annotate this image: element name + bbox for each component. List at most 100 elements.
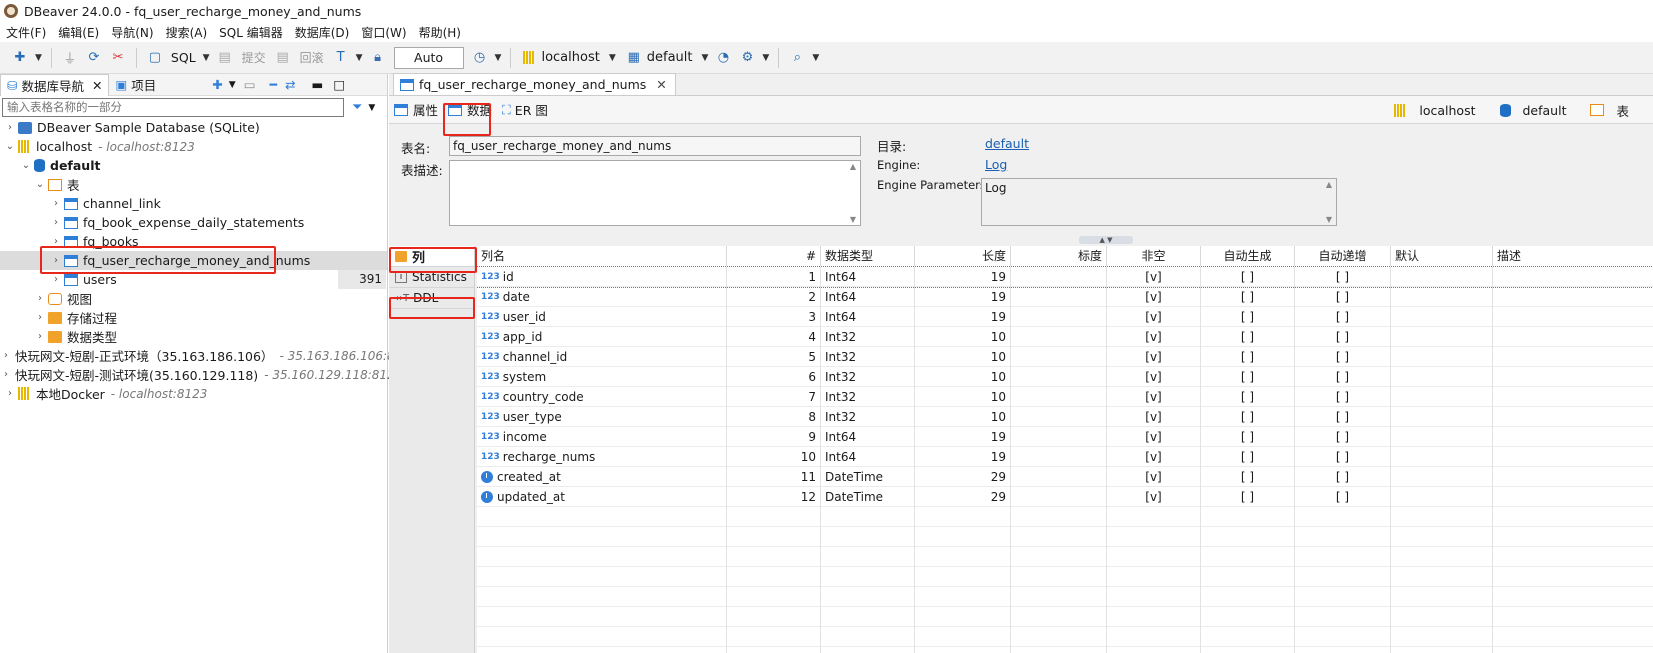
tab-columns[interactable]: 列 bbox=[389, 246, 474, 267]
new-connection-dropdown-icon[interactable]: ▼ bbox=[35, 53, 42, 63]
commit-button[interactable]: 提交 bbox=[242, 49, 266, 66]
table-row[interactable]: 123 date 2 Int64 19 [v][ ][ ] bbox=[477, 287, 1653, 307]
tab-er-diagram[interactable]: ⛶ ER 图 bbox=[497, 97, 553, 123]
tab-statistics[interactable]: i Statistics bbox=[389, 267, 474, 288]
editor-object-type[interactable]: 表 bbox=[1590, 101, 1641, 120]
active-database-selector[interactable]: ▦ default bbox=[625, 49, 693, 67]
expand-icon[interactable]: › bbox=[50, 217, 62, 228]
rollback-button[interactable]: 回滚 bbox=[300, 49, 324, 66]
expand-icon[interactable]: › bbox=[4, 122, 16, 133]
tree-item-table[interactable]: › channel_link bbox=[0, 194, 387, 213]
expand-icon[interactable]: › bbox=[4, 388, 16, 399]
editor-connection[interactable]: localhost bbox=[1394, 103, 1487, 118]
tab-projects[interactable]: ▣ 项目 bbox=[109, 74, 162, 96]
header-column-name[interactable]: 列名 bbox=[477, 246, 727, 266]
table-row[interactable]: 123 income 9 Int64 19 [v][ ][ ] bbox=[477, 427, 1653, 447]
scrollbar[interactable]: ▲ ▼ bbox=[1323, 180, 1335, 224]
new-connection-dropdown-icon[interactable]: ▼ bbox=[229, 80, 236, 90]
tree-item-default[interactable]: ⌄ default bbox=[0, 156, 387, 175]
menu-database[interactable]: 数据库(D) bbox=[295, 24, 350, 41]
expand-icon[interactable]: › bbox=[34, 331, 46, 342]
table-row[interactable]: 123 recharge_nums 10 Int64 19 [v][ ][ ] bbox=[477, 447, 1653, 467]
table-filter-input[interactable] bbox=[2, 98, 344, 117]
sql-button[interactable]: SQL bbox=[171, 50, 196, 65]
expand-icon[interactable]: › bbox=[4, 350, 8, 361]
tree-item-localhost[interactable]: ⌄ localhost - localhost:8123 bbox=[0, 137, 387, 156]
header-description[interactable]: 描述 bbox=[1493, 246, 1653, 266]
menu-help[interactable]: 帮助(H) bbox=[419, 24, 461, 41]
tab-database-navigator[interactable]: ⛁ 数据库导航 ✕ bbox=[0, 73, 110, 96]
tree-item-connection[interactable]: › 快玩网文-短剧-正式环境（35.163.186.106） - 35.163.… bbox=[0, 346, 401, 365]
header-length[interactable]: 长度 bbox=[915, 246, 1011, 266]
table-name-field[interactable]: fq_user_recharge_money_and_nums bbox=[449, 136, 861, 156]
table-row[interactable]: 123 app_id 4 Int32 10 [v][ ][ ] bbox=[477, 327, 1653, 347]
tree-item-table-selected[interactable]: › fq_user_recharge_money_and_nums bbox=[0, 251, 387, 270]
collapse-icon[interactable]: ⌄ bbox=[4, 141, 16, 152]
collapse-all-icon[interactable]: ━ bbox=[270, 77, 278, 92]
connection-dropdown-icon[interactable]: ▼ bbox=[609, 53, 616, 63]
menu-sql-editor[interactable]: SQL 编辑器 bbox=[219, 24, 283, 41]
active-connection-selector[interactable]: localhost bbox=[523, 50, 600, 65]
close-icon[interactable]: ✕ bbox=[656, 77, 666, 92]
editor-tab-table[interactable]: fq_user_recharge_money_and_nums ✕ bbox=[393, 73, 676, 95]
tree-item-connection[interactable]: › 本地Docker - localhost:8123 bbox=[0, 384, 387, 403]
filter-icon[interactable]: ⏷ bbox=[352, 100, 362, 115]
header-auto-generated[interactable]: 自动生成 bbox=[1201, 246, 1295, 266]
engine-link[interactable]: Log bbox=[985, 157, 1007, 172]
connect-plug-icon[interactable]: ⏚ bbox=[61, 49, 79, 67]
panel-splitter[interactable]: ▲ ▼ bbox=[1079, 236, 1133, 244]
maximize-icon[interactable]: □ bbox=[333, 77, 345, 92]
tab-properties[interactable]: 属性 bbox=[389, 97, 443, 123]
disconnect-icon[interactable]: ✂ bbox=[109, 49, 127, 67]
close-icon[interactable]: ✕ bbox=[92, 78, 102, 93]
table-row[interactable]: 123 channel_id 5 Int32 10 [v][ ][ ] bbox=[477, 347, 1653, 367]
transaction-mode-dropdown-icon[interactable]: ▼ bbox=[356, 53, 363, 63]
tree-item-procedures[interactable]: › 存储过程 bbox=[0, 308, 387, 327]
tab-data[interactable]: 数据 bbox=[443, 97, 497, 123]
tree-item-sample-db[interactable]: › DBeaver Sample Database (SQLite) bbox=[0, 118, 387, 137]
commit-mode-select[interactable]: Auto bbox=[393, 46, 464, 69]
menu-edit[interactable]: 编辑(E) bbox=[58, 24, 99, 41]
header-scale[interactable]: 标度 bbox=[1011, 246, 1107, 266]
header-default[interactable]: 默认 bbox=[1391, 246, 1493, 266]
tree-item-tables[interactable]: ⌄ 表 bbox=[0, 175, 387, 194]
header-auto-increment[interactable]: 自动递增 bbox=[1295, 246, 1391, 266]
expand-icon[interactable]: › bbox=[34, 312, 46, 323]
tree-item-table[interactable]: › fq_book_expense_daily_statements bbox=[0, 213, 387, 232]
collapse-icon[interactable]: ⌄ bbox=[20, 160, 32, 171]
rollback-icon[interactable]: ▤ bbox=[274, 49, 292, 67]
tree-item-data-types[interactable]: › 数据类型 bbox=[0, 327, 387, 346]
tree-item-views[interactable]: › 视图 bbox=[0, 289, 387, 308]
transaction-log-icon[interactable]: ◷ bbox=[471, 49, 489, 67]
table-row[interactable]: created_at 11 DateTime 29 [v][ ][ ] bbox=[477, 467, 1653, 487]
tree-item-connection[interactable]: › 快玩网文-短剧-测试环境(35.160.129.118) - 35.160.… bbox=[0, 365, 405, 384]
table-row[interactable]: 123 user_type 8 Int32 10 [v][ ][ ] bbox=[477, 407, 1653, 427]
menu-window[interactable]: 窗口(W) bbox=[361, 24, 406, 41]
sql-dropdown-icon[interactable]: ▼ bbox=[203, 53, 210, 63]
dashboard-icon[interactable]: ◔ bbox=[714, 49, 732, 67]
expand-icon[interactable]: › bbox=[34, 293, 46, 304]
scrollbar[interactable]: ▲ ▼ bbox=[847, 162, 859, 224]
search-icon[interactable]: ⌕ bbox=[788, 49, 806, 67]
expand-icon[interactable]: › bbox=[50, 236, 62, 247]
new-connection-icon[interactable]: ✚ bbox=[11, 49, 29, 67]
table-row[interactable]: 123 id 1 Int64 19 [v][ ][ ] bbox=[477, 266, 1653, 288]
commit-icon[interactable]: ▤ bbox=[216, 49, 234, 67]
table-description-field[interactable]: ▲ ▼ bbox=[449, 160, 861, 226]
menu-file[interactable]: 文件(F) bbox=[6, 24, 46, 41]
new-connection-icon[interactable]: ✚ bbox=[212, 77, 222, 92]
minimize-icon[interactable]: ▬ bbox=[312, 77, 324, 92]
header-not-null[interactable]: 非空 bbox=[1107, 246, 1201, 266]
transaction-log-dropdown-icon[interactable]: ▼ bbox=[495, 53, 502, 63]
expand-icon[interactable]: › bbox=[50, 255, 62, 266]
table-row[interactable]: 123 country_code 7 Int32 10 [v][ ][ ] bbox=[477, 387, 1653, 407]
collapse-icon[interactable]: ⌄ bbox=[34, 179, 46, 190]
filter-dropdown-icon[interactable]: ▼ bbox=[368, 103, 375, 113]
table-row[interactable]: 123 user_id 3 Int64 19 [v][ ][ ] bbox=[477, 307, 1653, 327]
search-dropdown-icon[interactable]: ▼ bbox=[812, 53, 819, 63]
link-editor-icon[interactable]: ⇄ bbox=[285, 77, 295, 92]
tools-icon[interactable]: ⚙ bbox=[738, 49, 756, 67]
menu-search[interactable]: 搜索(A) bbox=[166, 24, 208, 41]
expand-icon[interactable]: › bbox=[50, 198, 62, 209]
database-dropdown-icon[interactable]: ▼ bbox=[702, 53, 709, 63]
